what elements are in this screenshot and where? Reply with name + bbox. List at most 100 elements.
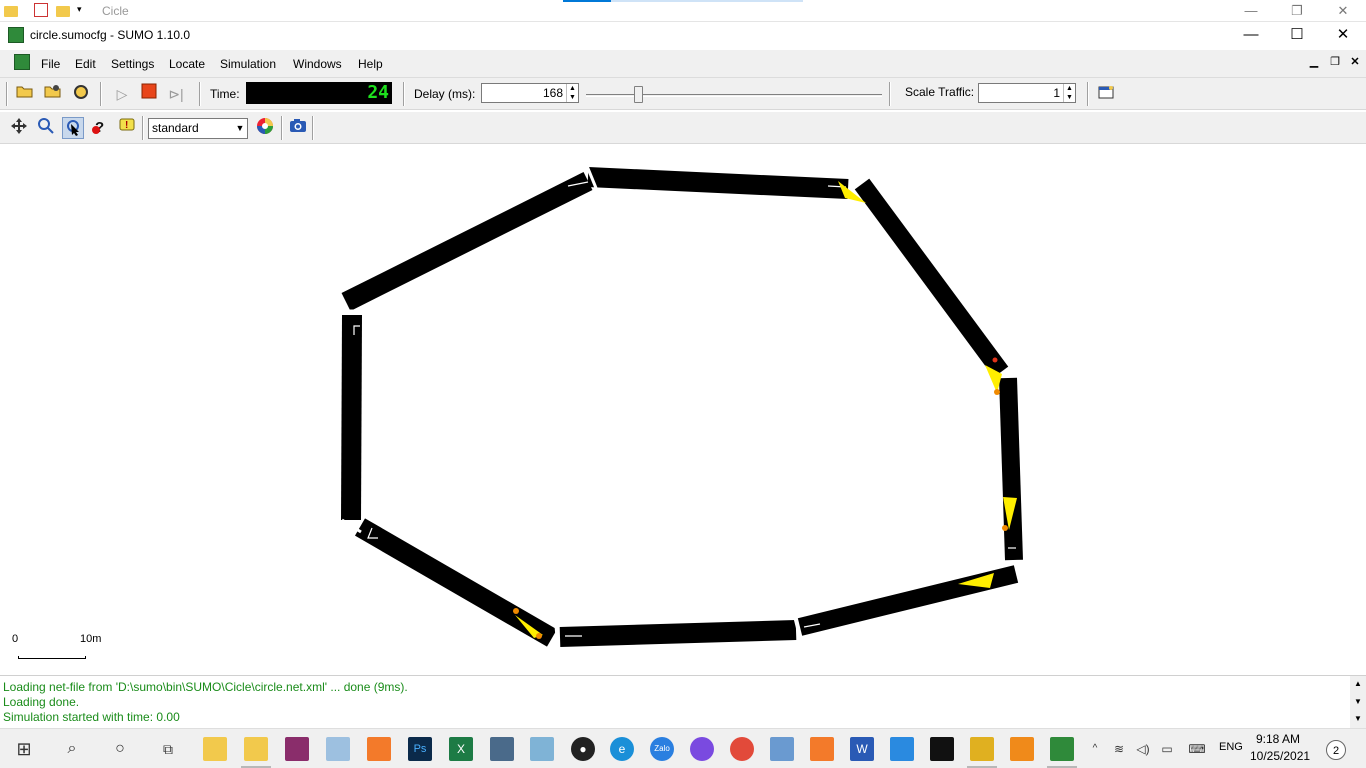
delay-slider-track[interactable] [586,94,882,97]
cortana-icon[interactable]: ○ [108,737,132,761]
wifi-icon[interactable]: ≋ [1110,737,1128,761]
scale-traffic-input[interactable]: 1 ▲ ▼ [978,83,1076,103]
recorder-icon[interactable]: ● [571,737,595,761]
volume-icon[interactable]: ◁) [1134,737,1152,761]
paint-icon[interactable] [326,737,350,761]
delay-input[interactable]: 168 ▲ ▼ [481,83,579,103]
vehicle-marker [536,633,542,639]
xampp-icon[interactable] [367,737,391,761]
scroll-down-icon[interactable]: ▼ [1352,696,1364,708]
reload-button[interactable] [70,83,92,105]
messenger-icon[interactable] [690,737,714,761]
stop-button[interactable] [138,83,160,105]
search-icon[interactable]: ⌕ [60,737,84,761]
recenter-view-button[interactable] [8,117,30,139]
delay-spinner-arrows[interactable]: ▲ ▼ [566,84,578,102]
junction-line [554,625,560,649]
chevron-up-icon[interactable]: ^ [1088,737,1102,761]
explorer-restore-button[interactable]: ❐ [1274,0,1320,22]
open-simulation-button[interactable] [14,83,36,105]
svg-text:!: ! [125,120,128,131]
windows-start-icon[interactable]: ⊞ [12,737,36,761]
new-window-icon [1098,86,1114,99]
battery-icon[interactable]: ▭ [1158,737,1176,761]
file-explorer-icon[interactable] [244,737,268,761]
clock-time[interactable]: 9:18 AM [1256,732,1300,746]
mdi-restore-button[interactable]: ❐ [1327,54,1343,70]
open-folder-icon [16,86,33,98]
notes-button[interactable]: ! [116,117,138,139]
explorer-minimize-button[interactable]: — [1228,0,1274,22]
sumo-menu-icon[interactable] [14,54,30,70]
road-edge [587,167,849,199]
color-scheme-select[interactable]: standard ▼ [148,118,248,139]
notes-app-icon[interactable] [530,737,554,761]
vscode-icon[interactable] [890,737,914,761]
taskbar: ⊞ ⌕ ○ ⧉ Ps X ● e Zalo W ^ ≋ ◁) ▭ ⌨ ENG 9… [0,728,1366,768]
log-scrollbar[interactable]: ▲ ▼ ▼ [1350,676,1366,728]
excel-icon[interactable]: X [449,737,473,761]
log-line: Loading net-file from 'D:\sumo\bin\SUMO\… [3,680,408,694]
edge-icon[interactable]: e [610,737,634,761]
toolbar-separator [6,82,8,106]
menu-windows[interactable]: Windows [293,57,342,71]
store-app-icon[interactable] [203,737,227,761]
notification-center-button[interactable]: 2 [1326,740,1346,760]
scroll-down-icon[interactable]: ▼ [1352,713,1364,725]
chrome-icon[interactable] [730,737,754,761]
mdi-minimize-button[interactable]: ▁ [1306,54,1322,70]
menu-file[interactable]: File [41,57,60,71]
delay-slider-thumb[interactable] [634,86,643,103]
road-edge [999,377,1023,561]
sumo-app-icon [8,27,24,43]
input-language[interactable]: ENG [1219,741,1243,753]
clock-date[interactable]: 10/25/2021 [1250,749,1310,763]
scale-spinner-arrows[interactable]: ▲ ▼ [1063,84,1075,102]
screenshot-button[interactable] [287,117,309,139]
mdi-close-button[interactable]: ✕ [1347,54,1363,70]
winrar-icon[interactable] [285,737,309,761]
time-label: Time: [210,87,240,101]
menu-simulation[interactable]: Simulation [220,57,276,71]
chevron-down-icon[interactable]: ▾ [77,4,82,18]
explorer-close-button[interactable]: ✕ [1320,0,1366,22]
inspect-button[interactable]: ? [89,117,111,139]
menu-locate[interactable]: Locate [169,57,205,71]
minimize-button[interactable]: — [1228,22,1274,50]
calculator-icon[interactable] [490,737,514,761]
maximize-button[interactable]: ☐ [1274,22,1320,50]
network-view-canvas[interactable] [5,148,1361,666]
new-folder-icon[interactable] [56,6,70,17]
word-icon[interactable]: W [850,737,874,761]
locate-button[interactable] [35,117,57,139]
xampp-control-icon[interactable] [810,737,834,761]
new-window-button[interactable] [1095,83,1117,105]
sumo-taskbar-icon[interactable] [1050,737,1074,761]
delay-value: 168 [542,86,563,100]
photoshop-icon[interactable]: Ps [408,737,432,761]
edit-coloring-button[interactable] [254,117,276,139]
keyboard-icon[interactable]: ⌨ [1184,737,1210,761]
question-icon: ? [92,119,104,136]
open-network-button[interactable] [42,83,64,105]
properties-icon[interactable] [34,3,48,17]
vehicle-marker [513,608,519,614]
toolbar-separator [1087,82,1089,106]
select-button[interactable] [62,117,84,139]
scroll-up-icon[interactable]: ▲ [1352,678,1364,690]
menu-edit[interactable]: Edit [75,57,96,71]
step-button[interactable]: ⊳| [165,83,187,105]
explorer-title: Cicle [102,4,129,18]
terminal-icon[interactable] [930,737,954,761]
chevron-down-icon[interactable]: ▼ [233,119,247,138]
close-button[interactable]: ✕ [1320,22,1366,50]
camera-icon [290,119,306,132]
task-view-icon[interactable]: ⧉ [156,737,180,761]
run-button[interactable]: ▷ [111,83,133,105]
menu-settings[interactable]: Settings [111,57,154,71]
zalo-icon[interactable]: Zalo [650,737,674,761]
sublime-icon[interactable] [1010,737,1034,761]
menu-help[interactable]: Help [358,57,383,71]
remote-desktop-icon[interactable] [770,737,794,761]
netedit-icon[interactable] [970,737,994,761]
